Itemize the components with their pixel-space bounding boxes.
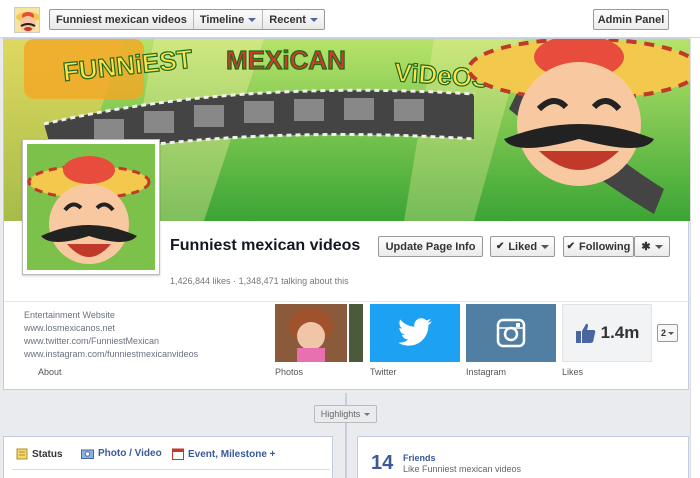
mexican-face-icon — [16, 12, 39, 32]
chevron-down-icon — [248, 17, 257, 22]
following-label: Following — [579, 240, 631, 253]
chevron-down-icon — [668, 331, 674, 335]
update-page-info-label: Update Page Info — [385, 240, 476, 253]
friends-count: 14 — [371, 452, 394, 474]
talking-about-count: 1,348,471 talking about this — [238, 276, 349, 286]
tab-event-milestone[interactable]: Event, Milestone + — [172, 448, 276, 460]
chevron-down-icon — [309, 17, 318, 22]
more-apps-button[interactable]: 2 — [657, 324, 678, 342]
page-name-tab-label: Funniest mexican videos — [56, 13, 187, 26]
stats-separator: · — [233, 276, 237, 286]
page-stats: 1,426,844 likes · 1,348,471 talking abou… — [170, 276, 349, 286]
top-bar: Funniest mexican videos Timeline Recent … — [0, 0, 700, 38]
photos-label[interactable]: Photos — [275, 367, 303, 377]
chevron-down-icon — [364, 412, 371, 416]
recent-tab[interactable]: Recent — [263, 10, 324, 29]
about-label[interactable]: About — [38, 367, 62, 377]
highlights-label: Highlights — [320, 409, 361, 419]
check-icon: ✔ — [566, 241, 576, 252]
right-edge — [690, 38, 700, 478]
page-nav-tabs: Funniest mexican videos Timeline Recent — [49, 9, 325, 30]
pencil-icon — [16, 448, 28, 460]
friends-subtext: Like Funniest mexican videos — [403, 464, 522, 474]
following-button[interactable]: ✔ Following — [563, 236, 634, 257]
about-link-twitter[interactable]: www.twitter.com/FunniestMexican — [24, 335, 266, 348]
gear-icon: ✱ — [641, 241, 651, 253]
instagram-tile[interactable] — [466, 304, 556, 362]
about-link-website[interactable]: www.losmexicanos.net — [24, 322, 266, 335]
photo-thumbnail — [275, 304, 347, 362]
likes-count: 1,426,844 likes — [170, 276, 231, 286]
more-apps-count: 2 — [660, 328, 666, 338]
about-link-instagram[interactable]: www.instagram.com/funniestmexicanvideos — [24, 348, 266, 361]
instagram-icon — [496, 318, 526, 348]
admin-panel-button[interactable]: Admin Panel — [593, 9, 669, 30]
timeline-tab-label: Timeline — [199, 13, 245, 26]
likes-tile[interactable]: 1.4m — [562, 304, 652, 362]
camera-icon — [81, 449, 94, 459]
twitter-tile[interactable] — [370, 304, 460, 362]
tab-status[interactable]: Status — [16, 448, 63, 460]
about-category: Entertainment Website — [24, 310, 115, 320]
highlights-button[interactable]: Highlights — [314, 405, 377, 423]
chevron-down-icon — [541, 244, 550, 249]
profile-picture[interactable] — [22, 139, 160, 275]
tab-photo-video[interactable]: Photo / Video — [81, 448, 162, 459]
twitter-bird-icon — [398, 318, 432, 346]
liked-label: Liked — [508, 240, 538, 253]
likes-value: 1.4m — [600, 323, 640, 342]
timeline-header: FUNNiEST MEXiCAN ViDeOS Funniest mexican… — [3, 38, 690, 390]
liked-button[interactable]: ✔ Liked — [490, 236, 555, 257]
photo-thumbnail — [349, 304, 363, 362]
divider — [4, 301, 690, 302]
photos-tile[interactable] — [275, 304, 363, 362]
recent-tab-label: Recent — [269, 13, 306, 26]
status-input[interactable] — [12, 469, 330, 478]
check-icon: ✔ — [495, 241, 505, 252]
settings-menu-button[interactable]: ✱ — [634, 236, 670, 257]
chevron-down-icon — [654, 244, 663, 249]
page-thumbnail[interactable] — [14, 7, 40, 33]
cover-text-mexican: MEXiCAN — [226, 45, 346, 75]
timeline-tab[interactable]: Timeline — [194, 10, 264, 29]
tab-event-milestone-label: Event, Milestone + — [188, 448, 276, 460]
update-page-info-button[interactable]: Update Page Info — [378, 236, 483, 257]
friends-box[interactable]: 14 Friends Like Funniest mexican videos — [357, 436, 689, 478]
child-photo — [275, 304, 347, 362]
twitter-label[interactable]: Twitter — [370, 367, 397, 377]
tab-status-label: Status — [32, 448, 63, 460]
post-composer: Status Photo / Video Event, Milestone + — [3, 436, 333, 478]
thumbs-up-icon — [575, 323, 595, 343]
instagram-label[interactable]: Instagram — [466, 367, 506, 377]
calendar-icon — [172, 448, 184, 460]
page-name-tab[interactable]: Funniest mexican videos — [50, 10, 194, 29]
about-box[interactable]: Entertainment Website www.losmexicanos.n… — [24, 309, 266, 361]
friends-label[interactable]: Friends — [403, 453, 436, 463]
likes-label[interactable]: Likes — [562, 367, 583, 377]
page-title: Funniest mexican videos — [170, 237, 361, 254]
tab-photo-video-label: Photo / Video — [98, 448, 162, 459]
profile-image — [27, 144, 155, 270]
